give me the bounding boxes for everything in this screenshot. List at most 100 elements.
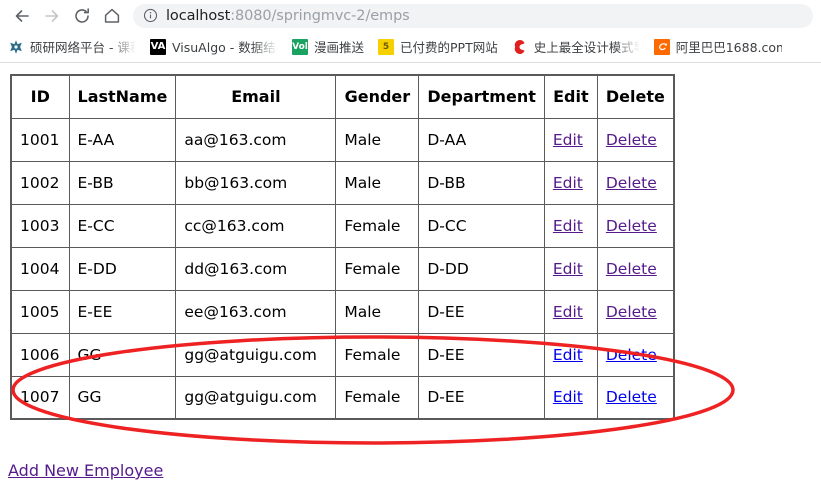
address-bar-text: localhost:8080/springmvc-2/emps [166, 8, 410, 24]
cell-lastname: E-DD [68, 246, 177, 291]
column-header-email: Email [175, 74, 337, 119]
cell-gender: Male [335, 160, 420, 205]
cell-delete: Delete [596, 160, 675, 205]
reload-button[interactable] [67, 1, 97, 31]
column-header-gender: Gender [335, 74, 420, 119]
compass-icon [8, 39, 24, 55]
delete-link[interactable]: Delete [606, 174, 657, 192]
visualgo-icon: VA [150, 38, 166, 55]
cell-email: ee@163.com [175, 289, 337, 334]
cell-lastname: GG [68, 332, 177, 377]
cell-department: D-EE [418, 289, 545, 334]
cell-gender: Female [335, 332, 420, 377]
cell-edit: Edit [543, 332, 598, 377]
cell-department: D-CC [418, 203, 545, 248]
column-header-lastname: LastName [68, 74, 177, 119]
bookmark-ppt[interactable]: 5 已付费的PPT网站 [372, 35, 504, 59]
csdn-icon [511, 38, 528, 55]
reload-icon [72, 6, 92, 26]
table-header-row: ID LastName Email Gender Department Edit… [10, 74, 675, 119]
cell-id: 1007 [10, 375, 70, 420]
cell-delete: Delete [596, 332, 675, 377]
cell-id: 1006 [10, 332, 70, 377]
page-content: ID LastName Email Gender Department Edit… [0, 63, 821, 501]
delete-link[interactable]: Delete [606, 388, 657, 406]
table-body: 1001 E-AA aa@163.com Male D-AA Edit Dele… [10, 117, 675, 420]
delete-link[interactable]: Delete [606, 131, 657, 149]
cell-lastname: E-CC [68, 203, 177, 248]
cell-id: 1002 [10, 160, 70, 205]
edit-link[interactable]: Edit [553, 217, 583, 235]
cell-lastname: E-AA [68, 117, 177, 162]
cell-delete: Delete [596, 246, 675, 291]
address-bar[interactable]: localhost:8080/springmvc-2/emps [133, 3, 813, 28]
cell-edit: Edit [543, 246, 598, 291]
back-button[interactable] [7, 1, 37, 31]
cell-email: gg@atguigu.com [175, 375, 337, 420]
home-button[interactable] [97, 1, 127, 31]
vol-icon: Vol [292, 38, 308, 55]
edit-link[interactable]: Edit [553, 303, 583, 321]
alibaba-icon [653, 38, 670, 55]
bookmarks-bar: 硕研网络平台 - 课程 VA VisuAlgo - 数据结构 Vol 漫画推送 … [0, 31, 821, 62]
bookmark-alibaba[interactable]: 阿里巴巴1688.com [648, 35, 788, 59]
cell-department: D-EE [418, 375, 545, 420]
bookmark-label: VisuAlgo - 数据结构 [172, 40, 278, 55]
cell-gender: Female [335, 246, 420, 291]
browser-toolbar: localhost:8080/springmvc-2/emps [0, 0, 821, 31]
forward-button[interactable] [37, 1, 67, 31]
column-header-edit: Edit [543, 74, 598, 119]
delete-link[interactable]: Delete [606, 346, 657, 364]
bookmark-visualgo[interactable]: VA VisuAlgo - 数据结构 [144, 35, 284, 59]
arrow-right-icon [42, 6, 62, 26]
cell-gender: Female [335, 375, 420, 420]
cell-edit: Edit [543, 160, 598, 205]
bookmark-manhua[interactable]: Vol 漫画推送 [286, 35, 370, 59]
cell-email: cc@163.com [175, 203, 337, 248]
cell-email: dd@163.com [175, 246, 337, 291]
table-row: 1002 E-BB bb@163.com Male D-BB Edit Dele… [10, 160, 675, 205]
delete-link[interactable]: Delete [606, 217, 657, 235]
bookmark-shuoyan[interactable]: 硕研网络平台 - 课程 [2, 35, 142, 59]
cell-edit: Edit [543, 289, 598, 334]
edit-link[interactable]: Edit [553, 174, 583, 192]
edit-link[interactable]: Edit [553, 260, 583, 278]
cell-gender: Female [335, 203, 420, 248]
cell-id: 1001 [10, 117, 70, 162]
delete-link[interactable]: Delete [606, 260, 657, 278]
info-circle-icon[interactable] [142, 8, 158, 24]
edit-link[interactable]: Edit [553, 346, 583, 364]
cell-department: D-DD [418, 246, 545, 291]
table-row: 1006 GG gg@atguigu.com Female D-EE Edit … [10, 332, 675, 377]
cell-delete: Delete [596, 375, 675, 420]
bookmark-label: 漫画推送 [314, 40, 365, 55]
cell-edit: Edit [543, 117, 598, 162]
cell-lastname: E-BB [68, 160, 177, 205]
edit-link[interactable]: Edit [553, 131, 583, 149]
home-icon [102, 6, 122, 26]
ppt-site-icon: 5 [378, 38, 395, 55]
cell-email: gg@atguigu.com [175, 332, 337, 377]
cell-department: D-AA [418, 117, 545, 162]
column-header-department: Department [418, 74, 545, 119]
cell-department: D-EE [418, 332, 545, 377]
url-host: localhost [166, 7, 231, 24]
table-row: 1007 GG gg@atguigu.com Female D-EE Edit … [10, 375, 675, 420]
cell-email: aa@163.com [175, 117, 337, 162]
cell-delete: Delete [596, 203, 675, 248]
bookmark-label: 硕研网络平台 - 课程 [30, 40, 136, 55]
cell-id: 1005 [10, 289, 70, 334]
bookmark-design-patterns[interactable]: 史上最全设计模式导 [506, 35, 646, 59]
table-row: 1003 E-CC cc@163.com Female D-CC Edit De… [10, 203, 675, 248]
cell-delete: Delete [596, 289, 675, 334]
add-new-employee-link[interactable]: Add New Employee [8, 461, 163, 480]
table-header: ID LastName Email Gender Department Edit… [10, 74, 675, 119]
edit-link[interactable]: Edit [553, 388, 583, 406]
cell-delete: Delete [596, 117, 675, 162]
table-row: 1001 E-AA aa@163.com Male D-AA Edit Dele… [10, 117, 675, 162]
arrow-left-icon [12, 6, 32, 26]
employees-table: ID LastName Email Gender Department Edit… [10, 74, 675, 420]
table-row: 1004 E-DD dd@163.com Female D-DD Edit De… [10, 246, 675, 291]
delete-link[interactable]: Delete [606, 303, 657, 321]
bookmark-label: 已付费的PPT网站 [400, 40, 498, 55]
